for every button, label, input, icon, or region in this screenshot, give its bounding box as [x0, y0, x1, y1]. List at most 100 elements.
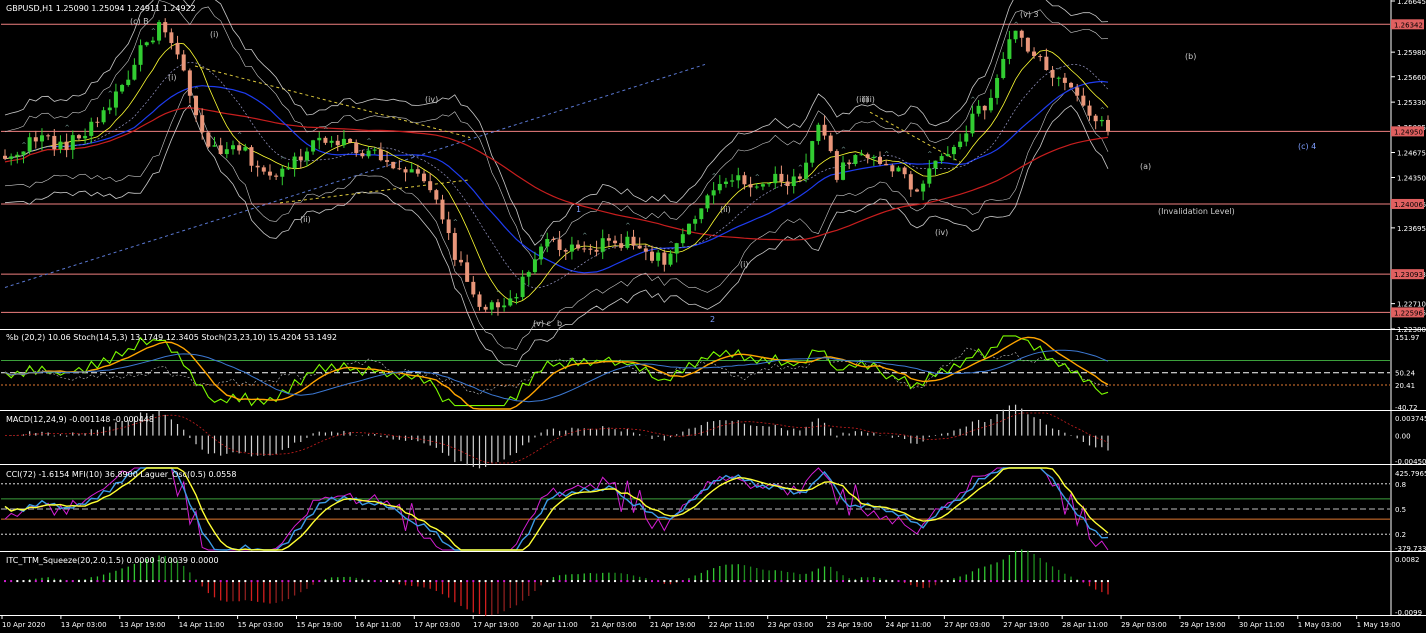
squeeze-dot [1088, 580, 1091, 583]
time-tick-label: 22 Apr 11:00 [709, 621, 755, 629]
price-tick-label: 1.22380 [1397, 326, 1426, 334]
squeeze-dot [59, 580, 62, 583]
wave-label: (iv) [425, 95, 438, 104]
candle-body [360, 153, 365, 157]
squeeze-dot [404, 580, 407, 583]
squeeze-tick-label: -0.0099 [1395, 609, 1422, 617]
fractal-marker: ^ [712, 173, 717, 180]
candle-body [748, 184, 753, 188]
squeeze-dot [607, 580, 610, 583]
macd-tick-label: 0.003745 [1395, 415, 1426, 423]
squeeze-dot [792, 580, 795, 583]
squeeze-dot [293, 580, 296, 583]
wave-label: (iii) [862, 95, 875, 104]
squeeze-dot [842, 580, 845, 583]
squeeze-dot [53, 580, 56, 583]
time-tick-label: 20 Apr 11:00 [532, 621, 578, 629]
squeeze-dot [459, 580, 462, 583]
squeeze-dot [509, 580, 512, 583]
candle-body [298, 156, 303, 161]
squeeze-dot [275, 580, 278, 583]
squeeze-dot [811, 580, 814, 583]
candle-body [385, 160, 390, 162]
time-tick-label: 28 Apr 11:00 [1062, 621, 1108, 629]
wave-label: (c) 4 [1298, 142, 1316, 151]
squeeze-dot [133, 580, 136, 583]
candle-body [200, 115, 205, 133]
invalidation-label: (Invalidation Level) [1158, 207, 1235, 216]
candle-body [841, 162, 846, 180]
squeeze-dot [1051, 580, 1054, 583]
candle-body [723, 181, 728, 184]
candle-body [1081, 95, 1086, 106]
candle-body [779, 173, 784, 182]
squeeze-dot [139, 580, 142, 583]
squeeze-dot [225, 580, 228, 583]
candle-body [927, 168, 932, 184]
squeeze-dot [989, 580, 992, 583]
squeeze-dot [355, 580, 358, 583]
fractal-marker: ^ [323, 127, 328, 134]
candle-body [76, 135, 81, 139]
candle-body [1025, 37, 1030, 52]
grid-layer [1, 23, 1390, 535]
squeeze-dot [490, 580, 493, 583]
price-level-label: 1.24006 [1394, 201, 1423, 209]
squeeze-dot [435, 580, 438, 583]
price-level-label: 1.23093 [1394, 271, 1423, 279]
squeeze-dot [373, 580, 376, 583]
candle-body [643, 248, 648, 252]
squeeze-dot [231, 580, 234, 583]
squeeze-dot [392, 580, 395, 583]
fractal-marker: ^ [453, 219, 458, 226]
cci-tick-label: 0.2 [1395, 531, 1406, 539]
squeeze-dot [657, 580, 660, 583]
squeeze-dot [1082, 580, 1085, 583]
candle-body [175, 42, 180, 55]
candle-body [452, 233, 457, 260]
candle-body [33, 137, 38, 142]
fractal-marker: ^ [884, 151, 889, 158]
squeeze-dot [367, 580, 370, 583]
candle-body [434, 190, 439, 200]
squeeze-dot [669, 580, 672, 583]
squeeze-dot [817, 580, 820, 583]
candle-body [1038, 56, 1043, 58]
squeeze-dot [903, 580, 906, 583]
candle-body [705, 195, 710, 209]
candle-body [39, 135, 44, 142]
candle-body [767, 183, 772, 185]
fractal-marker: ^ [755, 174, 760, 181]
candle-body [218, 145, 223, 155]
candle-body [27, 137, 32, 152]
candle-body [563, 250, 568, 252]
candle-body [280, 168, 285, 177]
fractal-marker: ^ [496, 290, 501, 297]
squeeze-dot [515, 580, 518, 583]
cci-tick-label: -379.7331 [1395, 545, 1426, 553]
squeeze-dot [145, 580, 148, 583]
candle-body [1075, 87, 1080, 96]
time-tick-label: 24 Apr 11:00 [885, 621, 931, 629]
candle-body [594, 249, 599, 252]
candle-body [15, 154, 20, 157]
wave-label: (i) [168, 73, 176, 82]
squeeze-dot [1020, 580, 1023, 583]
main-price-panel[interactable]: ^ ^ ^ ^ ^ ^ ^ ^ ^ ^ ^ ^ ^ ^ ^ ^ ^ ^ ^ ^ ^ ^ ^ ^ ^ ^ [3, 0, 1110, 368]
candle-body [502, 305, 507, 308]
squeeze-dot [675, 580, 678, 583]
candle-body [366, 150, 371, 157]
wave-label: (v) c [533, 319, 551, 328]
candle-body [674, 243, 679, 254]
squeeze-dot [213, 580, 216, 583]
squeeze-dot [1026, 580, 1029, 583]
squeeze-dot [410, 580, 413, 583]
time-tick-label: 21 Apr 03:00 [591, 621, 637, 629]
candle-body [1007, 39, 1012, 59]
squeeze-dot [170, 580, 173, 583]
candle-body [304, 151, 309, 161]
candle-body [785, 181, 790, 187]
candle-body [157, 22, 162, 41]
price-level-label: 1.22596 [1394, 309, 1423, 317]
wave-label: (ii) [300, 215, 311, 224]
